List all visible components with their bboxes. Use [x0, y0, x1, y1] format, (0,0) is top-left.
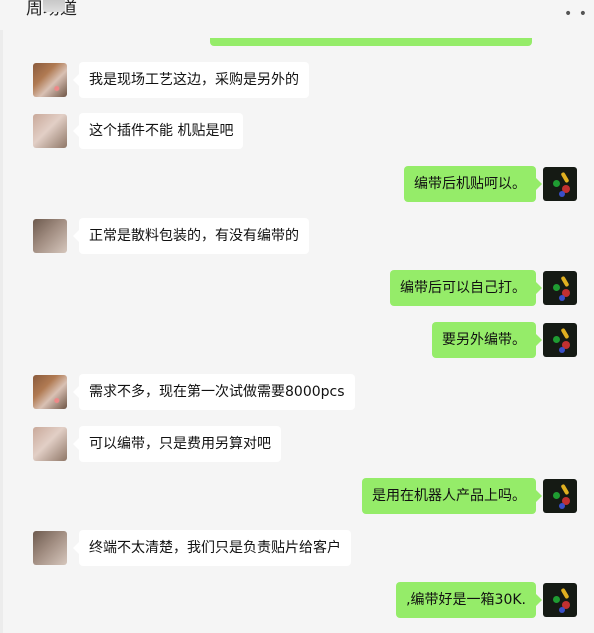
- message-bubble-incoming[interactable]: 终端不太清楚，我们只是负责贴片给客户: [73, 530, 351, 566]
- previous-message-bubble-fragment[interactable]: [210, 38, 532, 46]
- my-avatar[interactable]: [543, 167, 577, 201]
- message-text: 正常是散料包装的，有没有编带的: [89, 228, 299, 244]
- message-text: 要另外编带。: [442, 332, 526, 348]
- contact-avatar-blurred: [43, 0, 65, 12]
- chat-header: 周场道 • •: [0, 0, 594, 30]
- message-text: 我是现场工艺这边，采购是另外的: [89, 72, 299, 88]
- my-avatar[interactable]: [543, 479, 577, 513]
- chat-panel-edge: [0, 30, 3, 633]
- message-text: 这个插件不能 机贴是吧: [89, 123, 234, 139]
- my-avatar[interactable]: [543, 583, 577, 617]
- message-bubble-incoming[interactable]: 我是现场工艺这边，采购是另外的: [73, 62, 309, 98]
- message-bubble-outgoing[interactable]: 编带后可以自己打。: [390, 270, 542, 306]
- contact-avatar[interactable]: [33, 427, 67, 461]
- contact-avatar[interactable]: [33, 63, 67, 97]
- message-bubble-outgoing[interactable]: 是用在机器人产品上吗。: [362, 478, 542, 514]
- message-text: 终端不太清楚，我们只是负责贴片给客户: [89, 540, 341, 556]
- message-text: 编带后机贴呵以。: [414, 176, 526, 192]
- message-text: 是用在机器人产品上吗。: [372, 488, 526, 504]
- message-bubble-outgoing[interactable]: ,编带好是一箱30K.: [396, 582, 542, 618]
- message-bubble-incoming[interactable]: 可以编带，只是费用另算对吧: [73, 426, 281, 462]
- message-text: ,编带好是一箱30K.: [406, 592, 526, 608]
- message-text: 需求不多，现在第一次试做需要8000pcs: [89, 384, 345, 400]
- more-dots-icon[interactable]: • •: [564, 6, 588, 22]
- contact-avatar[interactable]: [33, 531, 67, 565]
- message-bubble-outgoing[interactable]: 编带后机贴呵以。: [404, 166, 542, 202]
- message-text: 可以编带，只是费用另算对吧: [89, 436, 271, 452]
- message-text: 编带后可以自己打。: [400, 280, 526, 296]
- contact-avatar[interactable]: [33, 114, 67, 148]
- message-bubble-incoming[interactable]: 正常是散料包装的，有没有编带的: [73, 218, 309, 254]
- contact-avatar[interactable]: [33, 219, 67, 253]
- my-avatar[interactable]: [543, 271, 577, 305]
- message-bubble-incoming[interactable]: 这个插件不能 机贴是吧: [72, 113, 244, 149]
- message-bubble-incoming[interactable]: 需求不多，现在第一次试做需要8000pcs: [73, 374, 355, 410]
- contact-avatar[interactable]: [33, 375, 67, 409]
- my-avatar[interactable]: [543, 323, 577, 357]
- message-bubble-outgoing[interactable]: 要另外编带。: [432, 322, 542, 358]
